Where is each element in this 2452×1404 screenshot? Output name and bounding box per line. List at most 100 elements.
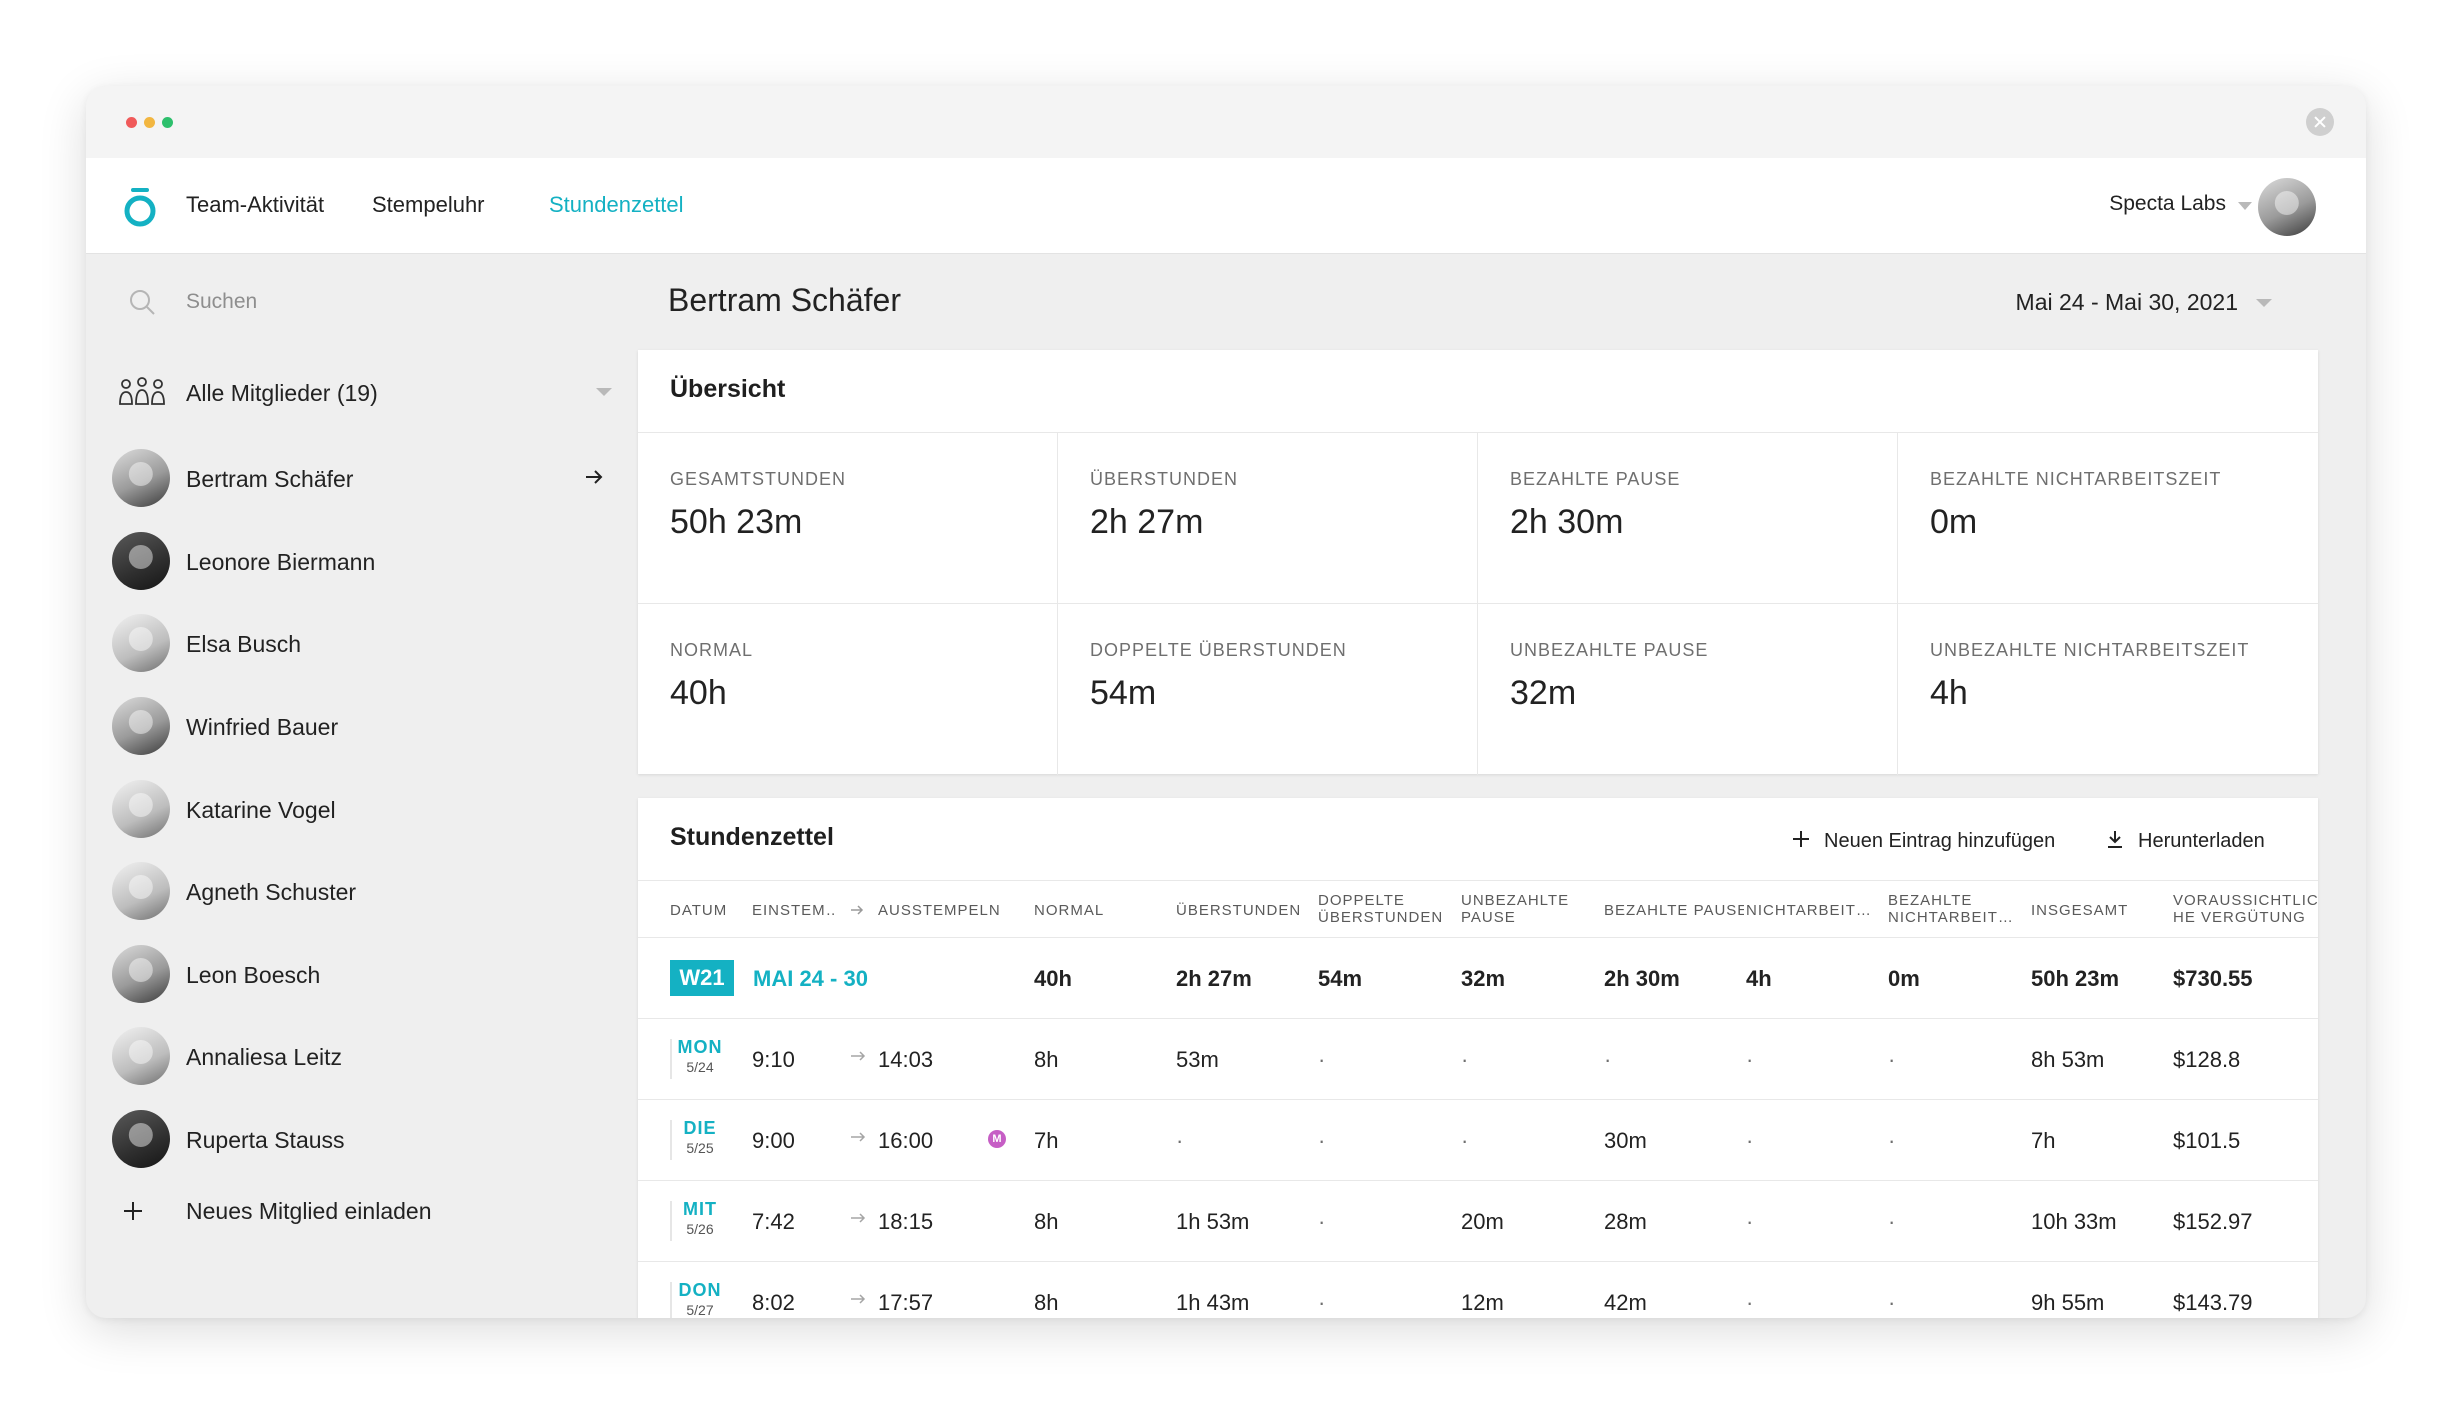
- week-summary-row[interactable]: W21 MAI 24 - 30 40h 2h 27m 54m 32m 2h 30…: [638, 938, 2318, 1019]
- col-est-pay[interactable]: VORAUSSICHTLIC HE VERGÜTUNG: [2173, 892, 2318, 926]
- arrow-right-icon: [851, 1132, 866, 1142]
- col-date[interactable]: DATUM: [670, 902, 727, 919]
- members-filter-label: Alle Mitglieder (19): [186, 380, 378, 406]
- clock-out[interactable]: 17:57: [878, 1290, 933, 1316]
- plus-icon: [124, 1202, 142, 1220]
- week-regular: 40h: [1034, 966, 1072, 991]
- member-item[interactable]: Agneth Schuster: [112, 862, 612, 920]
- search-input[interactable]: Suchen: [186, 290, 257, 314]
- col-paid-non-work[interactable]: BEZAHLTE NICHTARBEIT…: [1888, 892, 2014, 926]
- window-minimize-dot[interactable]: [144, 117, 155, 128]
- member-item[interactable]: Leonore Biermann: [112, 532, 612, 590]
- unpaid-break: ·: [1461, 1128, 1469, 1153]
- avatar: [112, 1027, 170, 1085]
- nav-team-activity[interactable]: Team-Aktivität: [186, 192, 324, 218]
- clock-in[interactable]: 9:10: [752, 1047, 795, 1073]
- arrow-right-icon: [851, 1294, 866, 1304]
- double-overtime: ·: [1318, 1290, 1326, 1315]
- clock-in[interactable]: 7:42: [752, 1209, 795, 1235]
- col-clock-out[interactable]: AUSSTEMPELN: [878, 902, 1001, 919]
- stat-unpaid-break: UNBEZAHLTE PAUSE 32m: [1478, 604, 1898, 775]
- team-icon: [119, 377, 165, 405]
- timesheet-card: Stundenzettel Neuen Eintrag hinzufügen H…: [638, 798, 2318, 1318]
- paid-break: 28m: [1604, 1209, 1647, 1234]
- manual-entry-marker[interactable]: M: [988, 1130, 1006, 1148]
- download-button[interactable]: Herunterladen: [2108, 830, 2265, 853]
- window-zoom-dot[interactable]: [162, 117, 173, 128]
- member-item[interactable]: Katarine Vogel: [112, 780, 612, 838]
- window-close-dot[interactable]: [126, 117, 137, 128]
- clock-out[interactable]: 18:15: [878, 1209, 933, 1235]
- date-range-picker[interactable]: Mai 24 - Mai 30, 2021: [2016, 289, 2238, 316]
- avatar: [112, 945, 170, 1003]
- regular: 8h: [1034, 1047, 1059, 1072]
- clock-in[interactable]: 8:02: [752, 1290, 795, 1316]
- stat-value: 50h 23m: [670, 503, 803, 541]
- col-paid-break[interactable]: BEZAHLTE PAUSE: [1604, 902, 1744, 919]
- stat-value: 2h 27m: [1090, 503, 1204, 541]
- member-item[interactable]: Elsa Busch: [112, 614, 612, 672]
- member-item[interactable]: Leon Boesch: [112, 945, 612, 1003]
- avatar: [112, 449, 170, 507]
- member-name: Ruperta Stauss: [186, 1127, 345, 1153]
- day-label: DIE 5/25: [670, 1118, 730, 1160]
- clock-out[interactable]: 14:03: [878, 1047, 933, 1073]
- week-double-overtime: 54m: [1318, 966, 1363, 991]
- chevron-down-icon[interactable]: [2256, 299, 2272, 307]
- week-badge: W21: [670, 960, 734, 996]
- plus-icon: [1793, 831, 1809, 847]
- est-pay: $143.79: [2173, 1290, 2253, 1315]
- members-filter[interactable]: Alle Mitglieder (19): [118, 366, 618, 416]
- nav-timesheet[interactable]: Stundenzettel: [549, 192, 684, 218]
- arrow-right-icon: [851, 1213, 866, 1223]
- timesheet-title: Stundenzettel: [670, 823, 834, 851]
- chevron-down-icon[interactable]: [2238, 202, 2252, 210]
- stat-value: 54m: [1090, 674, 1157, 712]
- nav-time-clock[interactable]: Stempeluhr: [372, 192, 485, 218]
- avatar: [112, 614, 170, 672]
- stat-total-hours: GESAMTSTUNDEN 50h 23m: [638, 433, 1058, 604]
- org-switcher[interactable]: Specta Labs: [2109, 192, 2226, 216]
- overview-title: Übersicht: [670, 375, 786, 403]
- week-est-pay: $730.55: [2173, 966, 2253, 991]
- paid-non-work: ·: [1888, 1128, 1896, 1153]
- table-header: DATUM EINSTEM… AUSSTEMPELN NORMAL ÜBERST…: [638, 880, 2318, 938]
- arrow-right-icon[interactable]: [582, 465, 606, 489]
- col-paid-non-work-line1: BEZAHLTE: [1888, 892, 1973, 909]
- chevron-down-icon[interactable]: [596, 388, 612, 396]
- member-item[interactable]: Bertram Schäfer: [112, 449, 612, 507]
- total: 9h 55m: [2031, 1290, 2105, 1315]
- clock-in[interactable]: 9:00: [752, 1128, 795, 1154]
- avatar: [112, 780, 170, 838]
- table-row[interactable]: MIT 5/26 7:42 18:15 8h 1h 53m · 20m 28m ·…: [638, 1181, 2318, 1262]
- total: 8h 53m: [2031, 1047, 2105, 1072]
- paid-break: 42m: [1604, 1290, 1647, 1315]
- close-icon[interactable]: [2306, 108, 2334, 136]
- add-entry-label: Neuen Eintrag hinzufügen: [1824, 830, 2056, 852]
- col-regular[interactable]: NORMAL: [1034, 902, 1104, 919]
- table-row[interactable]: MON 5/24 9:10 14:03 8h 53m · · · · · 8h 5…: [638, 1019, 2318, 1100]
- member-item[interactable]: Annaliesa Leitz: [112, 1027, 612, 1085]
- overtime: ·: [1176, 1128, 1184, 1153]
- paid-non-work: ·: [1888, 1047, 1896, 1072]
- col-non-work[interactable]: NICHTARBEIT…: [1746, 902, 1872, 919]
- stat-label: GESAMTSTUNDEN: [670, 469, 847, 489]
- col-double-overtime[interactable]: DOPPELTE ÜBERSTUNDEN: [1318, 892, 1443, 926]
- download-icon: [2108, 831, 2122, 848]
- clock-out[interactable]: 16:00: [878, 1128, 933, 1154]
- overtime: 1h 53m: [1176, 1209, 1250, 1234]
- member-item[interactable]: Winfried Bauer: [112, 697, 612, 755]
- table-row[interactable]: DIE 5/25 9:00 16:00 M 7h · · · 30m · · 7h…: [638, 1100, 2318, 1181]
- col-unpaid-break[interactable]: UNBEZAHLTE PAUSE: [1461, 892, 1569, 926]
- col-clock-in[interactable]: EINSTEM…: [752, 902, 836, 919]
- col-total[interactable]: INSGESAMT: [2031, 902, 2128, 919]
- member-item[interactable]: Ruperta Stauss: [112, 1110, 612, 1168]
- unpaid-break: ·: [1461, 1047, 1469, 1072]
- user-avatar[interactable]: [2258, 178, 2316, 236]
- add-entry-button[interactable]: Neuen Eintrag hinzufügen: [1793, 830, 2056, 853]
- table-row[interactable]: DON 5/27 8:02 17:57 8h 1h 43m · 12m 42m ·…: [638, 1262, 2318, 1318]
- est-pay: $128.8: [2173, 1047, 2241, 1072]
- overtime: 1h 43m: [1176, 1290, 1250, 1315]
- col-overtime[interactable]: ÜBERSTUNDEN: [1176, 902, 1301, 919]
- title-bar: [86, 86, 2366, 158]
